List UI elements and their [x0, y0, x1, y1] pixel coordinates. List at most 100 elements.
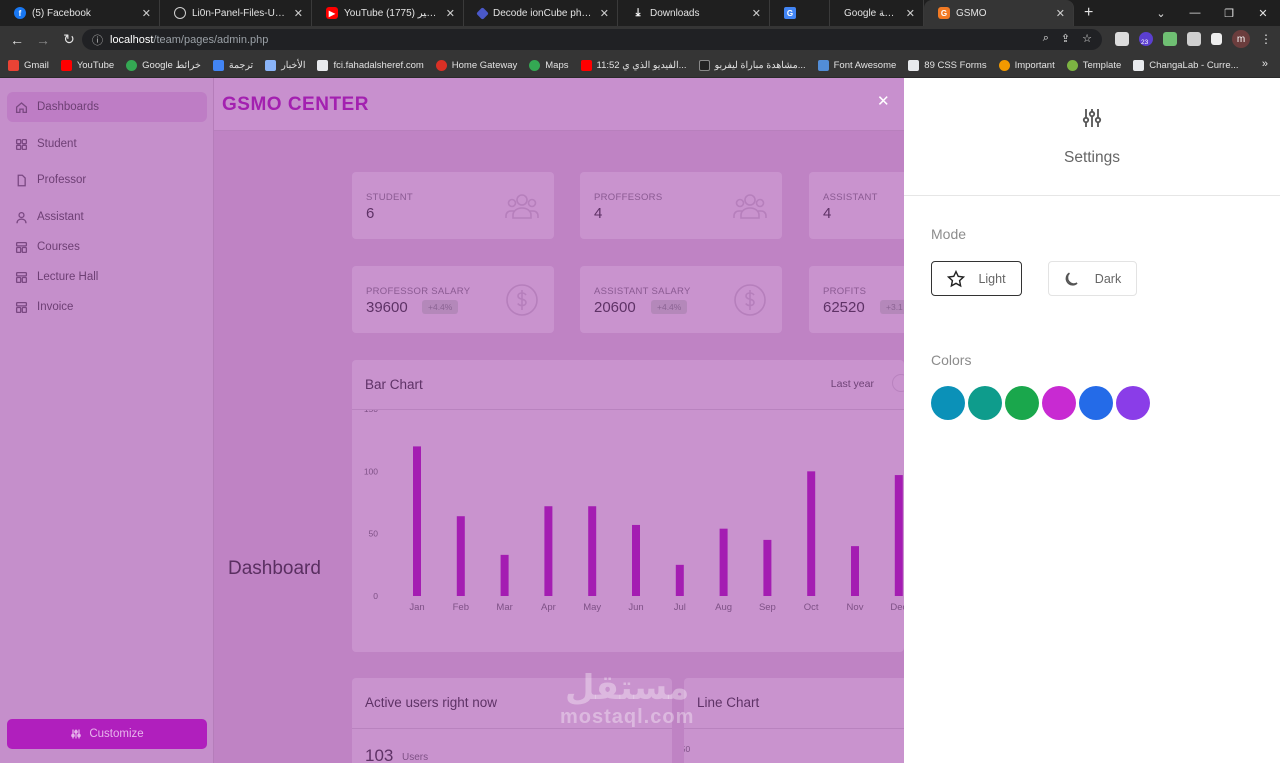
- bar[interactable]: [456, 516, 465, 596]
- sidebar-item-student[interactable]: Student: [7, 129, 207, 159]
- minimize-icon[interactable]: —: [1178, 7, 1212, 19]
- url-host: localhost: [110, 33, 154, 46]
- color-swatch[interactable]: [1116, 386, 1150, 420]
- brand-title[interactable]: GSMO CENTER: [222, 94, 369, 116]
- browser-tab-strip: f (5) Facebook ✕ Li0n-Panel-Files-Update…: [0, 0, 1280, 26]
- dark-mode-button[interactable]: Dark: [1048, 261, 1137, 296]
- profile-avatar[interactable]: m: [1232, 30, 1250, 48]
- tab-close-icon[interactable]: ✕: [142, 7, 151, 20]
- extension-icon[interactable]: [1115, 32, 1129, 46]
- bookmark-item[interactable]: Template: [1066, 59, 1121, 71]
- bar[interactable]: [675, 564, 684, 596]
- dark-mode-label: Dark: [1094, 271, 1122, 286]
- browser-tab[interactable]: ▶ YouTube فك تشفير (1775) ✕: [312, 0, 464, 26]
- bar[interactable]: [763, 539, 772, 596]
- line-chart-card: Line Chart 150: [684, 678, 914, 763]
- sidebar-item-label: Student: [37, 138, 77, 150]
- layout-icon: [15, 301, 28, 314]
- tab-close-icon[interactable]: ✕: [1056, 7, 1065, 20]
- tab-close-icon[interactable]: ✕: [294, 7, 303, 20]
- bookmark-item[interactable]: الأخبار: [265, 59, 305, 71]
- chart-range-dropdown[interactable]: [892, 374, 904, 392]
- tab-close-icon[interactable]: ✕: [446, 7, 455, 20]
- close-icon[interactable]: ✕: [877, 92, 890, 110]
- bookmark-item[interactable]: Font Awesome: [817, 59, 896, 71]
- bookmark-item[interactable]: مشاهدة مباراة ليفربو...: [698, 59, 806, 71]
- customize-button[interactable]: Customize: [7, 719, 207, 749]
- bookmark-item[interactable]: Important: [998, 59, 1055, 71]
- sidebar-item-professor[interactable]: Professor: [7, 165, 207, 195]
- tab-search-chevron-icon[interactable]: ⌄: [1144, 7, 1178, 20]
- browser-tab-active[interactable]: G GSMO ✕: [924, 0, 1074, 26]
- new-tab-plus-icon[interactable]: +: [1084, 4, 1093, 22]
- sidebar-item-invoice[interactable]: Invoice: [7, 292, 207, 322]
- tab-close-icon[interactable]: ✕: [600, 7, 609, 20]
- color-swatch[interactable]: [931, 386, 965, 420]
- zoom-icon[interactable]: ⌕: [1043, 32, 1049, 45]
- browser-tab[interactable]: Google ترجمة ✕: [830, 0, 924, 26]
- forward-arrow-icon[interactable]: →: [30, 32, 56, 48]
- browser-tab[interactable]: f (5) Facebook ✕: [0, 0, 160, 26]
- extension-icon[interactable]: [1163, 32, 1177, 46]
- color-swatch[interactable]: [1079, 386, 1113, 420]
- light-mode-button[interactable]: Light: [931, 261, 1022, 296]
- bookmark-label: YouTube: [76, 59, 115, 71]
- bookmark-star-icon[interactable]: ☆: [1082, 32, 1092, 45]
- browser-tab[interactable]: G: [770, 0, 830, 26]
- bookmarks-overflow-icon[interactable]: »: [1262, 58, 1268, 70]
- color-swatch[interactable]: [968, 386, 1002, 420]
- menu-dots-icon[interactable]: ⋮: [1260, 32, 1272, 46]
- bookmark-item[interactable]: Gmail: [8, 59, 49, 71]
- color-swatch[interactable]: [1042, 386, 1076, 420]
- bookmark-item[interactable]: Google خرائط: [126, 59, 201, 71]
- settings-title: Settings: [1063, 149, 1120, 166]
- back-arrow-icon[interactable]: ←: [4, 32, 30, 48]
- browser-tab[interactable]: Li0n-Panel-Files-Update-v ✕: [160, 0, 312, 26]
- bookmark-item[interactable]: fci.fahadalsheref.com: [317, 59, 424, 71]
- sidebar-item-assistant[interactable]: Assistant: [7, 202, 207, 232]
- bar[interactable]: [413, 446, 421, 596]
- bar[interactable]: [894, 475, 903, 596]
- browser-tab[interactable]: ⤓ Downloads ✕: [618, 0, 770, 26]
- stat-card-student: STUDENT 6: [352, 172, 554, 239]
- bookmark-item[interactable]: Maps: [529, 59, 569, 71]
- bar[interactable]: [588, 506, 597, 596]
- chart-range-label[interactable]: Last year: [831, 378, 874, 390]
- bar[interactable]: [851, 546, 859, 596]
- bookmark-item[interactable]: YouTube: [60, 59, 115, 71]
- sidepanel-icon[interactable]: [1211, 33, 1222, 45]
- bookmark-item[interactable]: 11:52 الفيديو الذي ي...: [580, 59, 687, 71]
- x-tick-label: Oct: [804, 602, 819, 613]
- tab-close-icon[interactable]: ✕: [906, 7, 915, 20]
- bookmark-item[interactable]: ترجمة: [212, 59, 253, 71]
- y-tick-label: 50: [369, 529, 379, 539]
- bar[interactable]: [807, 471, 816, 596]
- sidebar-item-lecture-hall[interactable]: Lecture Hall: [7, 262, 207, 292]
- tab-close-icon[interactable]: ✕: [752, 7, 761, 20]
- extension-badge-icon[interactable]: 23: [1139, 32, 1153, 46]
- bookmark-item[interactable]: ChangaLab - Curre...: [1133, 59, 1239, 71]
- bar[interactable]: [500, 554, 509, 596]
- finance-card-professor-salary: PROFESSOR SALARY 39600 +4.4%: [352, 266, 554, 333]
- restore-icon[interactable]: ❐: [1212, 7, 1246, 20]
- url-input[interactable]: ⓘ localhost /team/pages/admin.php ⌕ ⇪ ☆: [82, 29, 1102, 50]
- share-icon[interactable]: ⇪: [1061, 32, 1070, 45]
- window-controls: ⌄ — ❐ ✕: [1144, 0, 1280, 26]
- puzzle-icon[interactable]: [1187, 32, 1201, 46]
- stat-label: ASSISTANT: [823, 192, 878, 203]
- x-tick-label: Jul: [674, 602, 686, 613]
- reload-icon[interactable]: ↻: [56, 31, 82, 48]
- bookmark-item[interactable]: Home Gateway: [435, 59, 517, 71]
- bar[interactable]: [544, 506, 553, 596]
- finance-value: 62520: [823, 299, 865, 316]
- sidebar-item-dashboards[interactable]: Dashboards: [7, 92, 207, 122]
- color-swatch[interactable]: [1005, 386, 1039, 420]
- bar[interactable]: [719, 528, 728, 596]
- close-window-icon[interactable]: ✕: [1246, 7, 1280, 20]
- info-icon[interactable]: ⓘ: [92, 32, 103, 48]
- y-tick-label: 150: [364, 410, 378, 414]
- bookmark-item[interactable]: 89 CSS Forms: [908, 59, 987, 71]
- browser-tab[interactable]: Decode ionCube php | De ✕: [464, 0, 618, 26]
- bar[interactable]: [632, 524, 640, 596]
- sidebar-item-courses[interactable]: Courses: [7, 232, 207, 262]
